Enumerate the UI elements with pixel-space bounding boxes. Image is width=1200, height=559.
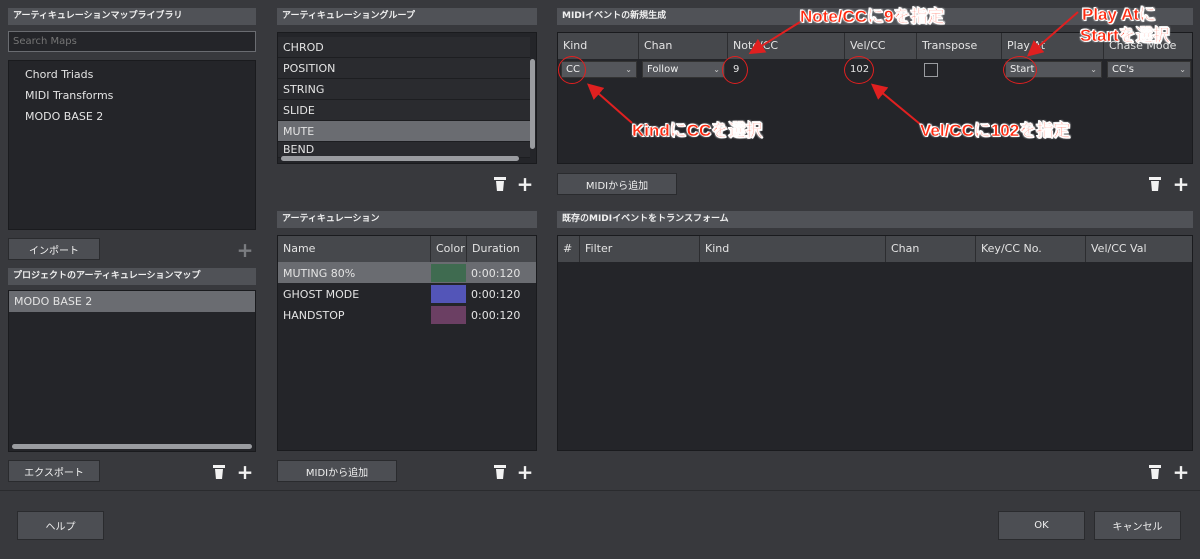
annotation-arrow-kind [586,83,633,124]
annotation-arrow-note-cc [748,21,801,55]
annotation-play-at-line2: Startを選択 [1080,26,1170,45]
annotation-arrows [586,11,1079,125]
annotation-arrow-play-at [1026,11,1079,57]
annotation-kind: KindにCCを選択 [632,121,763,140]
annotation-vel-cc: Vel/CCに102を指定 [920,121,1071,140]
annotation-arrow-vel-cc [870,83,921,125]
annotation-note-cc: Note/CCに9を指定 [800,7,945,26]
